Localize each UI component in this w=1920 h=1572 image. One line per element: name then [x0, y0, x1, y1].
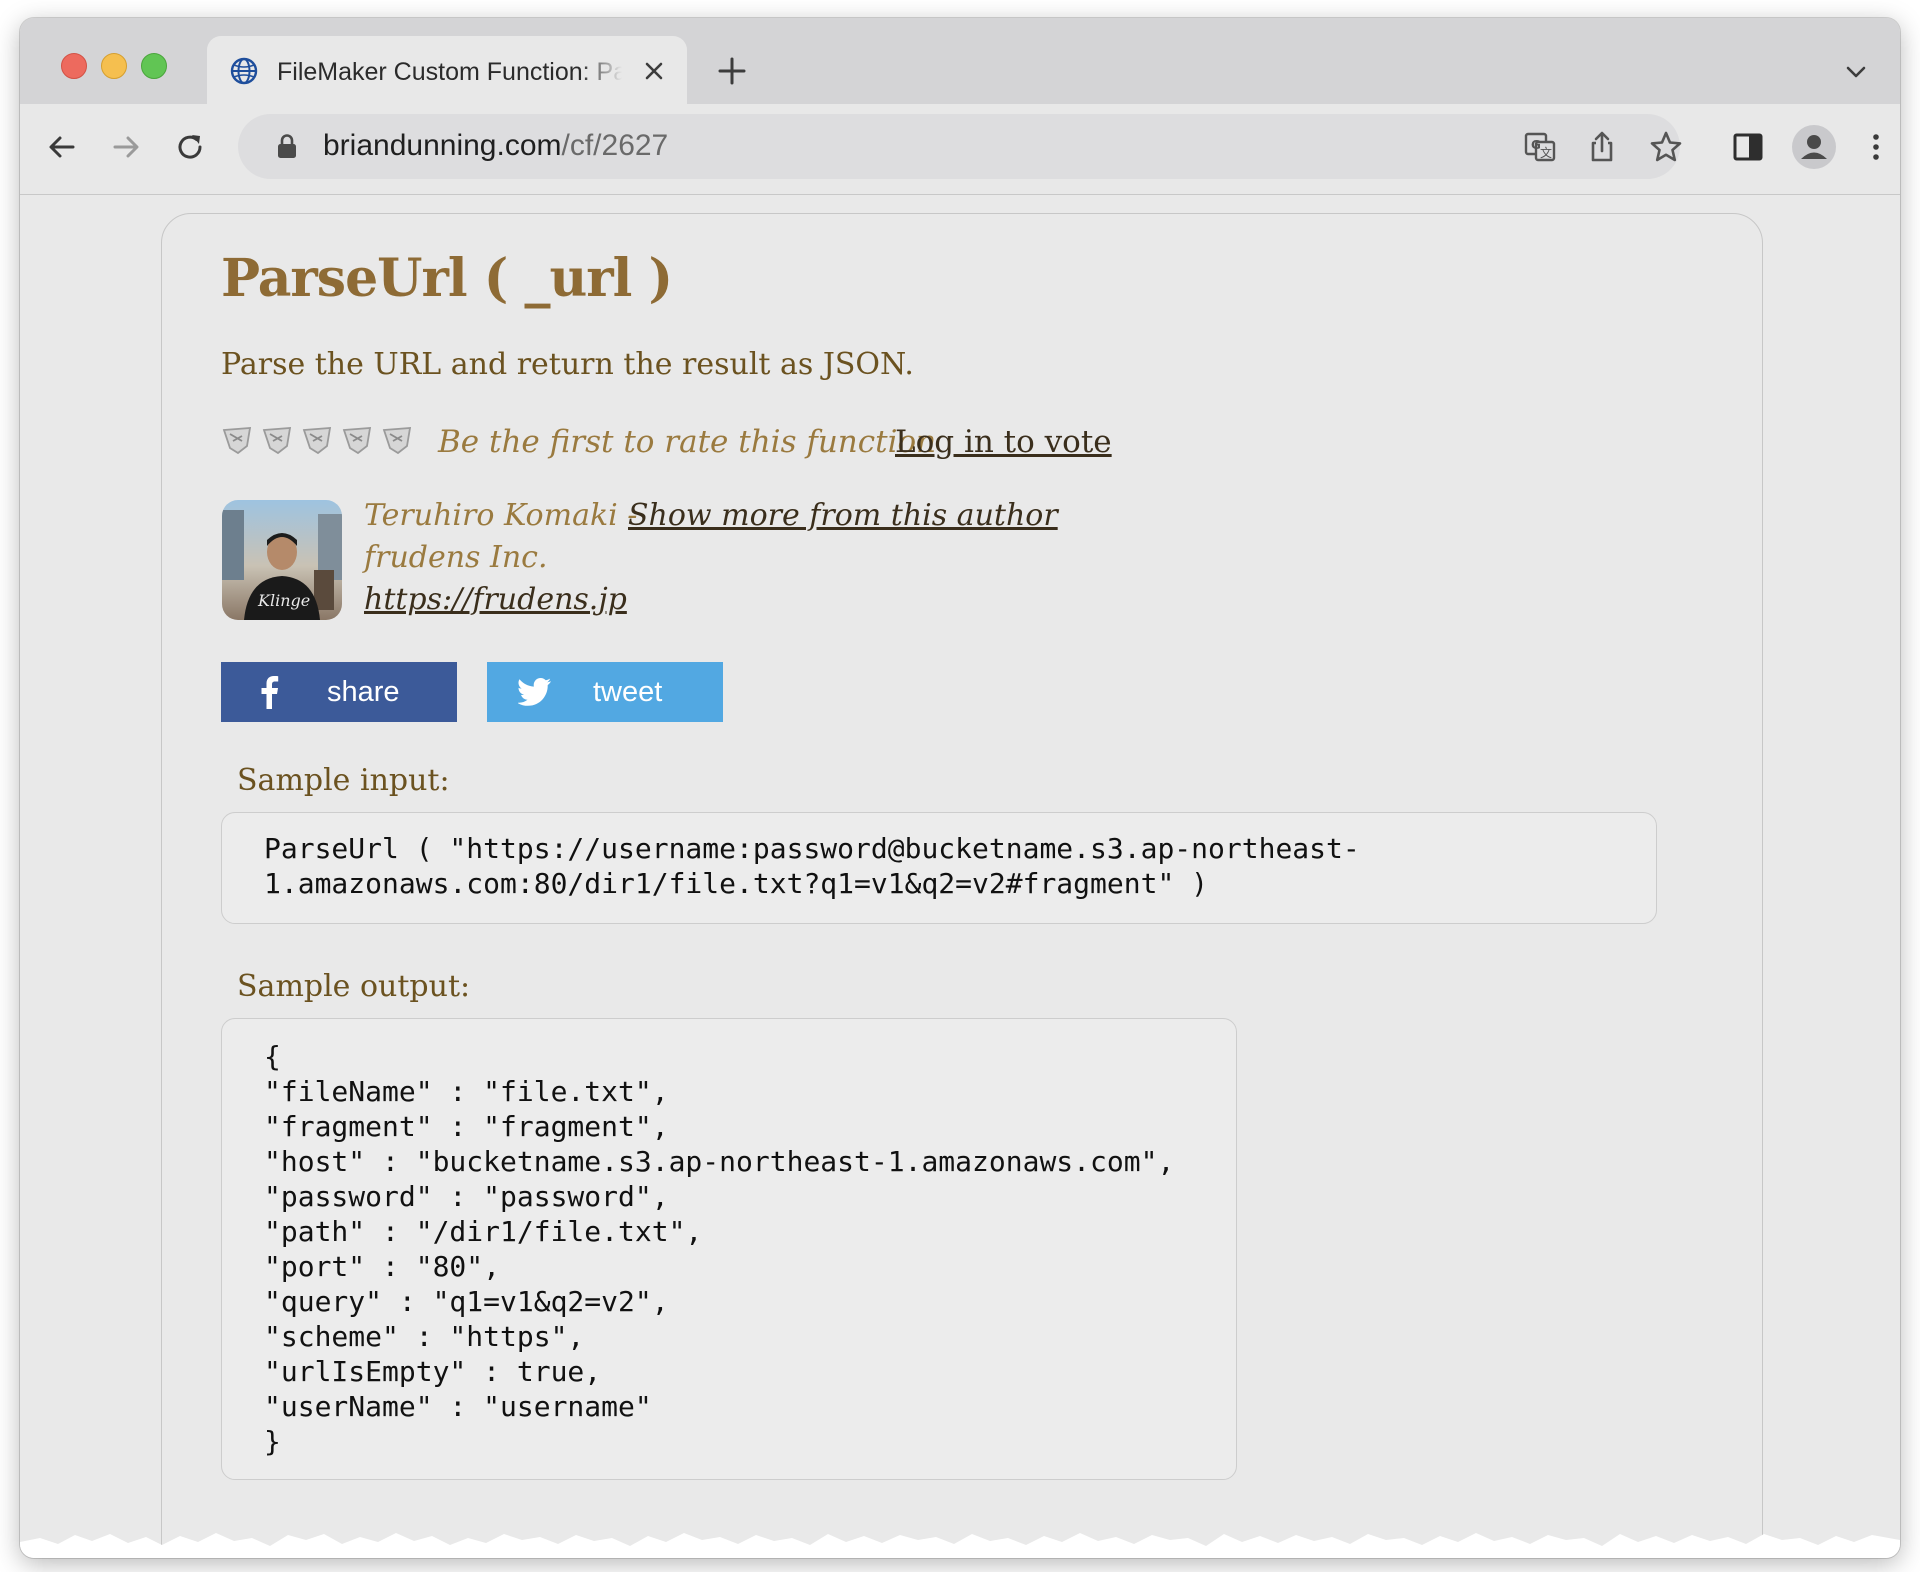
sample-output-code: { "fileName" : "file.txt", "fragment" : … — [221, 1018, 1237, 1480]
page-content: ParseUrl ( _url ) Parse the URL and retu… — [20, 195, 1900, 1558]
maximize-window-button[interactable] — [141, 53, 167, 79]
lock-icon[interactable] — [276, 133, 298, 159]
author-name: Teruhiro Komaki - — [364, 498, 638, 533]
facebook-icon — [261, 676, 279, 709]
translate-icon: G 文 — [1524, 132, 1556, 162]
sample-output-label: Sample output: — [237, 969, 471, 1004]
side-panel-icon — [1733, 133, 1763, 161]
share-page-button[interactable] — [1583, 128, 1621, 166]
author-photo: Klinge — [222, 500, 342, 620]
share-icon — [1591, 131, 1613, 162]
rating-star-icon[interactable] — [341, 424, 373, 456]
chevron-down-icon[interactable] — [1842, 58, 1870, 86]
facebook-share-label: share — [327, 675, 400, 708]
reload-icon — [178, 135, 202, 159]
author-avatar: Klinge — [222, 500, 342, 620]
rating-star-icon[interactable] — [261, 424, 293, 456]
author-website-link[interactable]: https://frudens.jp — [364, 582, 627, 617]
arrow-left-icon — [49, 136, 75, 158]
browser-toolbar: briandunning.com/cf/2627 G 文 — [20, 104, 1900, 195]
profile-button[interactable] — [1790, 123, 1838, 171]
browser-menu-button[interactable] — [1854, 125, 1898, 169]
close-window-button[interactable] — [61, 53, 87, 79]
twitter-tweet-button[interactable]: tweet — [487, 662, 723, 722]
close-icon[interactable] — [639, 56, 669, 86]
address-bar[interactable]: briandunning.com/cf/2627 G 文 — [238, 114, 1682, 179]
star-icon — [1650, 131, 1682, 162]
rating-stars — [221, 424, 413, 458]
function-description: Parse the URL and return the result as J… — [221, 347, 914, 382]
globe-icon — [230, 57, 258, 85]
sample-input-label: Sample input: — [237, 763, 450, 798]
login-to-vote-link[interactable]: Log in to vote — [895, 424, 1112, 460]
forward-button[interactable] — [104, 125, 148, 169]
side-panel-button[interactable] — [1726, 125, 1770, 169]
minimize-window-button[interactable] — [101, 53, 127, 79]
tab-strip: FileMaker Custom Function: Pa — [20, 18, 1900, 104]
rating-star-icon[interactable] — [381, 424, 413, 456]
translate-button[interactable]: G 文 — [1521, 128, 1559, 166]
twitter-bird-icon — [518, 678, 551, 706]
twitter-tweet-label: tweet — [593, 675, 663, 708]
function-card: ParseUrl ( _url ) Parse the URL and retu… — [161, 213, 1763, 1558]
rating-star-icon[interactable] — [301, 424, 333, 456]
tab-title: FileMaker Custom Function: Pa — [277, 58, 622, 86]
author-company: frudens Inc. — [364, 540, 548, 575]
back-button[interactable] — [40, 125, 84, 169]
rating-prompt: Be the first to rate this function — [438, 424, 937, 460]
bookmark-button[interactable] — [1647, 128, 1685, 166]
torn-edge-decoration — [20, 1533, 1900, 1558]
show-more-from-author-link[interactable]: Show more from this author — [628, 498, 1058, 533]
facebook-share-button[interactable]: share — [221, 662, 457, 722]
svg-text:文: 文 — [1540, 145, 1552, 160]
arrow-right-icon — [113, 136, 139, 158]
sample-input-code: ParseUrl ( "https://username:password@bu… — [221, 812, 1657, 924]
tab-active[interactable]: FileMaker Custom Function: Pa — [207, 36, 687, 104]
new-tab-plus-icon[interactable] — [715, 54, 749, 88]
svg-text:Klinge: Klinge — [257, 591, 310, 610]
rating-star-icon[interactable] — [221, 424, 253, 456]
url-path: /cf/2627 — [561, 129, 669, 162]
browser-window: FileMaker Custom Function: Pa briandunni… — [20, 18, 1900, 1558]
function-title: ParseUrl ( _url ) — [221, 248, 673, 309]
url-text[interactable]: briandunning.com/cf/2627 — [323, 128, 668, 164]
more-vertical-icon — [1873, 134, 1879, 160]
reload-button[interactable] — [168, 125, 212, 169]
profile-avatar-icon — [1792, 125, 1836, 169]
url-host: briandunning.com — [323, 129, 562, 162]
